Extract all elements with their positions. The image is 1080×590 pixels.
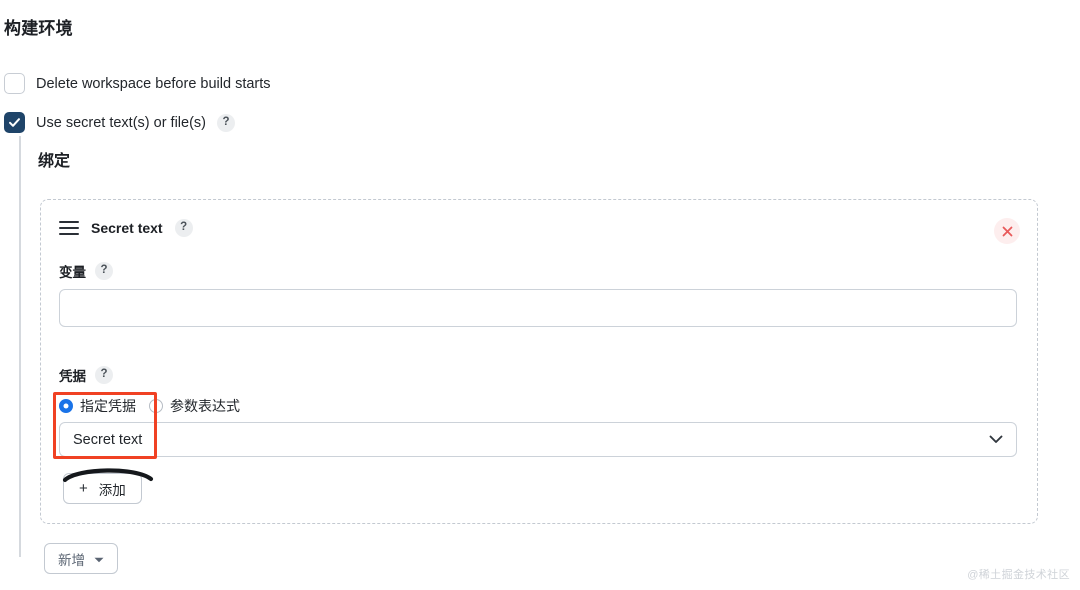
option-label-delete-workspace: Delete workspace before build starts: [36, 75, 271, 92]
help-icon-variable[interactable]: ?: [95, 262, 113, 280]
credential-select-value: Secret text: [73, 431, 143, 448]
binding-section-title: 绑定: [38, 153, 71, 170]
page-title: 构建环境: [4, 19, 73, 38]
drag-handle-icon[interactable]: [59, 221, 79, 235]
variable-field-label: 变量 ?: [59, 261, 113, 281]
option-label-use-secret-text: Use secret text(s) or file(s): [36, 114, 206, 131]
help-icon-use-secret-text[interactable]: ?: [217, 113, 235, 132]
close-icon[interactable]: [994, 218, 1020, 244]
variable-input[interactable]: [59, 289, 1017, 327]
option-row-use-secret-text[interactable]: Use secret text(s) or file(s) ?: [4, 112, 235, 133]
credential-select[interactable]: Secret text: [59, 422, 1017, 457]
checkbox-unchecked-icon[interactable]: [4, 73, 25, 94]
add-binding-button[interactable]: + 添加: [63, 473, 142, 504]
caret-down-icon: [94, 551, 104, 566]
radio-label-specify-credential: 指定凭据: [80, 398, 136, 414]
credential-label-text: 凭据: [59, 369, 86, 384]
help-icon-credential[interactable]: ?: [95, 366, 113, 384]
secret-text-entry-header: Secret text ?: [59, 219, 193, 237]
new-binding-dropdown-button[interactable]: 新增: [44, 543, 118, 574]
option-row-delete-workspace[interactable]: Delete workspace before build starts: [4, 73, 271, 94]
plus-icon: +: [79, 480, 88, 497]
radio-unselected-icon[interactable]: [149, 399, 163, 413]
secret-text-entry-title: Secret text: [91, 220, 163, 236]
radio-option-specify-credential[interactable]: 指定凭据: [59, 396, 136, 416]
radio-label-parameter-expression: 参数表达式: [170, 398, 240, 414]
watermark: @稀土掘金技术社区: [967, 569, 1070, 581]
new-binding-button-label: 新增: [58, 552, 85, 568]
credential-mode-radio-group: 指定凭据 参数表达式: [59, 396, 240, 416]
bindings-container: Secret text ? 变量 ? 凭据 ? 指定凭据 参数表达式 Secre…: [40, 199, 1038, 524]
indent-divider: [19, 136, 21, 557]
build-environment-page: 构建环境 Delete workspace before build start…: [0, 0, 1080, 590]
radio-selected-icon[interactable]: [59, 399, 73, 413]
variable-label-text: 变量: [59, 265, 86, 280]
help-icon-secret-text[interactable]: ?: [174, 219, 193, 237]
radio-option-parameter-expression[interactable]: 参数表达式: [149, 396, 240, 416]
checkbox-checked-icon[interactable]: [4, 112, 25, 133]
credential-select-wrap: Secret text: [59, 422, 1017, 457]
credential-field-label: 凭据 ?: [59, 365, 113, 385]
add-binding-button-label: 添加: [98, 482, 126, 498]
